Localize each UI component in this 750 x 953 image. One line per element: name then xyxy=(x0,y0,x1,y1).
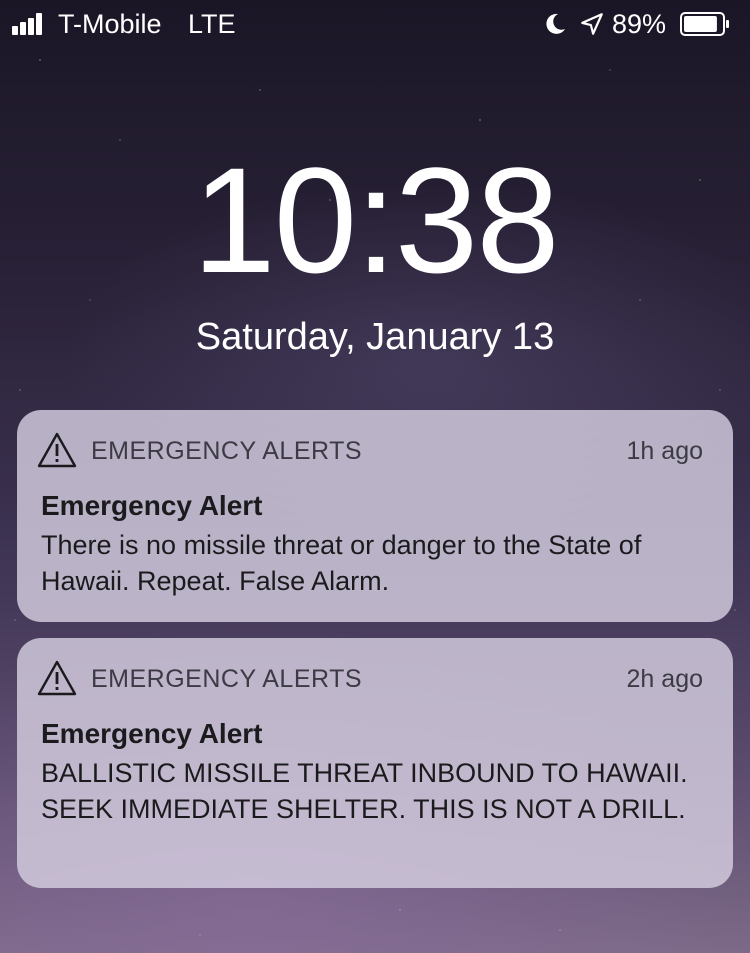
network-type: LTE xyxy=(188,9,236,39)
status-bar: T-Mobile LTE 89% xyxy=(0,0,750,48)
moon-icon xyxy=(546,13,565,34)
lock-screen-time: 10:38 xyxy=(192,136,559,304)
location-icon xyxy=(581,13,603,35)
notification-card[interactable]: EMERGENCY ALERTS 2h ago Emergency Alert … xyxy=(17,638,733,888)
notification-time: 2h ago xyxy=(626,665,703,693)
signal-icon xyxy=(12,13,50,35)
notification-body: There is no missile threat or danger to … xyxy=(41,530,642,596)
notification-app-name: EMERGENCY ALERTS xyxy=(91,665,363,693)
notification-body: BALLISTIC MISSILE THREAT INBOUND TO HAWA… xyxy=(41,758,688,824)
battery-percentage: 89% xyxy=(612,9,667,39)
notification-app-name: EMERGENCY ALERTS xyxy=(91,437,363,465)
carrier-name: T-Mobile xyxy=(58,9,162,39)
battery-icon xyxy=(680,12,729,36)
alert-triangle-icon xyxy=(37,432,77,468)
notification-title: Emergency Alert xyxy=(41,490,263,521)
notification-header: EMERGENCY ALERTS 2h ago xyxy=(17,660,733,696)
notification-header: EMERGENCY ALERTS 1h ago xyxy=(17,432,733,468)
notification-time: 1h ago xyxy=(626,437,703,465)
lock-screen-date: Saturday, January 13 xyxy=(195,316,555,358)
notification-card[interactable]: EMERGENCY ALERTS 1h ago Emergency Alert … xyxy=(17,410,733,622)
notification-title: Emergency Alert xyxy=(41,718,263,749)
alert-triangle-icon xyxy=(37,660,77,696)
